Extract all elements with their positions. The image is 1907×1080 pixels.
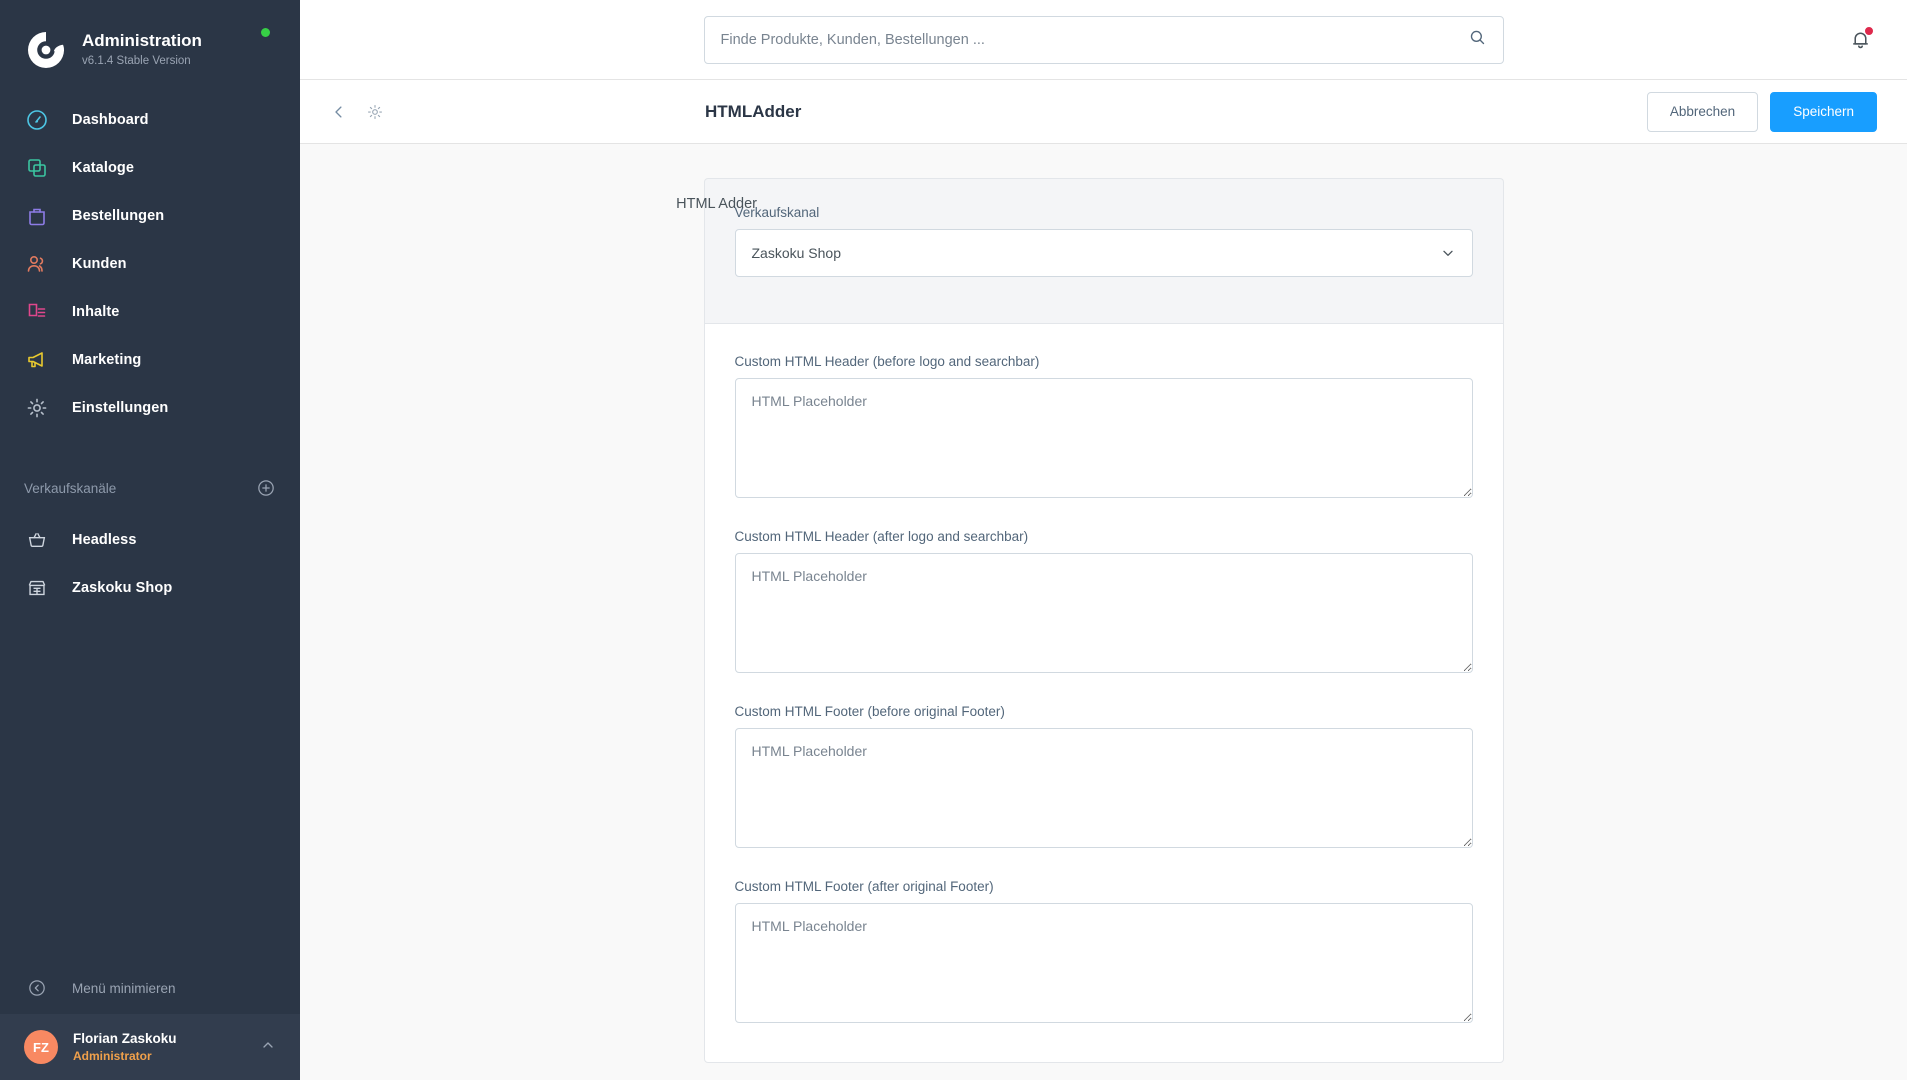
brand-version: v6.1.4 Stable Version <box>82 55 191 67</box>
search-input[interactable] <box>720 31 1468 48</box>
sidebar-item-label: Headless <box>72 532 137 548</box>
chevron-left-icon[interactable] <box>330 103 348 121</box>
smart-bar-actions: Abbrechen Speichern <box>1646 91 1877 132</box>
save-button[interactable]: Speichern <box>1770 91 1877 132</box>
user-name: Florian Zaskoku <box>73 1031 177 1046</box>
sidebar-item-label: Kataloge <box>72 160 135 176</box>
card-row: HTML Adder Verkaufskanal Zaskoku Shop Cu… <box>300 178 1907 1063</box>
notification-badge <box>1864 25 1874 36</box>
smart-bar: HTMLAdder Abbrechen Speichern <box>300 80 1907 144</box>
html-footer-before-textarea[interactable] <box>734 728 1473 848</box>
card-section-label: HTML Adder <box>676 196 757 212</box>
content-scroll-area[interactable]: HTML Adder Verkaufskanal Zaskoku Shop Cu… <box>300 144 1907 1080</box>
collapse-left-icon <box>24 975 50 1001</box>
cancel-button[interactable]: Abbrechen <box>1646 91 1759 132</box>
html-footer-after-textarea[interactable] <box>734 903 1473 1023</box>
sales-channels-section-header: Verkaufskanäle <box>0 466 300 510</box>
html-header-after-label: Custom HTML Header (after logo and searc… <box>734 529 1029 544</box>
html-header-before-label: Custom HTML Header (before logo and sear… <box>734 354 1040 369</box>
chevron-down-icon[interactable] <box>1440 245 1456 261</box>
sidebar-item-marketing[interactable]: Marketing <box>0 336 300 384</box>
html-footer-after-field: Custom HTML Footer (after original Foote… <box>734 879 1473 1028</box>
sidebar-item-einstellungen[interactable]: Einstellungen <box>0 384 300 432</box>
html-fields-card: Custom HTML Header (before logo and sear… <box>703 323 1504 1063</box>
html-header-after-field: Custom HTML Header (after logo and searc… <box>734 529 1473 678</box>
html-footer-before-label: Custom HTML Footer (before original Foot… <box>734 704 1005 719</box>
content-icon <box>24 299 50 325</box>
sales-channel-field: Verkaufskanal Zaskoku Shop <box>734 205 1473 277</box>
sidebar-item-label: Dashboard <box>72 112 149 128</box>
storefront-icon <box>24 575 50 601</box>
html-header-before-textarea[interactable] <box>734 378 1473 498</box>
sales-channel-label: Verkaufskanal <box>734 205 820 220</box>
orders-bag-icon <box>24 203 50 229</box>
user-info: Florian Zaskoku Administrator <box>73 1030 260 1064</box>
dashboard-icon <box>24 107 50 133</box>
gear-icon <box>24 395 50 421</box>
sidebar-item-label: Einstellungen <box>72 400 169 416</box>
sidebar-item-kataloge[interactable]: Kataloge <box>0 144 300 192</box>
status-dot <box>261 28 270 37</box>
customers-icon <box>24 251 50 277</box>
search-icon[interactable] <box>1468 28 1487 52</box>
plus-circle-icon[interactable] <box>256 478 276 498</box>
gear-icon[interactable] <box>366 103 384 121</box>
sidebar-item-inhalte[interactable]: Inhalte <box>0 288 300 336</box>
sidebar-item-dashboard[interactable]: Dashboard <box>0 96 300 144</box>
sidebar: Administration v6.1.4 Stable Version Das… <box>0 0 300 1080</box>
notifications-button[interactable] <box>1843 23 1877 57</box>
html-header-after-textarea[interactable] <box>734 553 1473 673</box>
user-role: Administrator <box>73 1049 152 1063</box>
sidebar-item-label: Inhalte <box>72 304 120 320</box>
chevron-up-icon[interactable] <box>260 1037 276 1058</box>
html-footer-before-field: Custom HTML Footer (before original Foot… <box>734 704 1473 853</box>
brand-title: Administration <box>82 31 202 50</box>
global-search <box>703 15 1504 64</box>
brand-text: Administration v6.1.4 Stable Version <box>82 31 202 69</box>
minimize-menu-label: Menü minimieren <box>72 980 176 996</box>
sidebar-item-bestellungen[interactable]: Bestellungen <box>0 192 300 240</box>
html-footer-after-label: Custom HTML Footer (after original Foote… <box>734 879 994 894</box>
sales-channel-select[interactable]: Zaskoku Shop <box>734 229 1473 277</box>
sidebar-item-label: Marketing <box>72 352 142 368</box>
main-navigation: Dashboard Kataloge Bestellungen Kunden I… <box>0 96 300 432</box>
html-header-before-field: Custom HTML Header (before logo and sear… <box>734 354 1473 503</box>
shopware-logo-icon <box>28 32 64 68</box>
admin-app: Administration v6.1.4 Stable Version Das… <box>0 0 1907 1080</box>
sidebar-item-label: Zaskoku Shop <box>72 580 173 596</box>
megaphone-icon <box>24 347 50 373</box>
search-box[interactable] <box>703 15 1504 64</box>
sales-channels-title: Verkaufskanäle <box>24 480 117 496</box>
sidebar-item-label: Kunden <box>72 256 127 272</box>
avatar: FZ <box>24 1030 58 1064</box>
sidebar-item-kunden[interactable]: Kunden <box>0 240 300 288</box>
brand-header[interactable]: Administration v6.1.4 Stable Version <box>0 0 300 78</box>
settings-card: Verkaufskanal Zaskoku Shop Custom HTML H… <box>703 178 1504 1063</box>
sidebar-item-zaskoku-shop[interactable]: Zaskoku Shop <box>0 564 300 612</box>
main-area: HTMLAdder Abbrechen Speichern HTML Adder… <box>300 0 1907 1080</box>
sidebar-item-headless[interactable]: Headless <box>0 516 300 564</box>
basket-icon <box>24 527 50 553</box>
sales-channel-card: Verkaufskanal Zaskoku Shop <box>703 178 1504 323</box>
minimize-menu-button[interactable]: Menü minimieren <box>0 962 300 1014</box>
sidebar-item-label: Bestellungen <box>72 208 165 224</box>
catalog-icon <box>24 155 50 181</box>
smart-bar-left <box>330 103 384 121</box>
sales-channel-value: Zaskoku Shop <box>751 245 842 261</box>
page-title: HTMLAdder <box>705 101 802 121</box>
user-account-bar[interactable]: FZ Florian Zaskoku Administrator <box>0 1014 300 1080</box>
top-bar <box>300 0 1907 80</box>
